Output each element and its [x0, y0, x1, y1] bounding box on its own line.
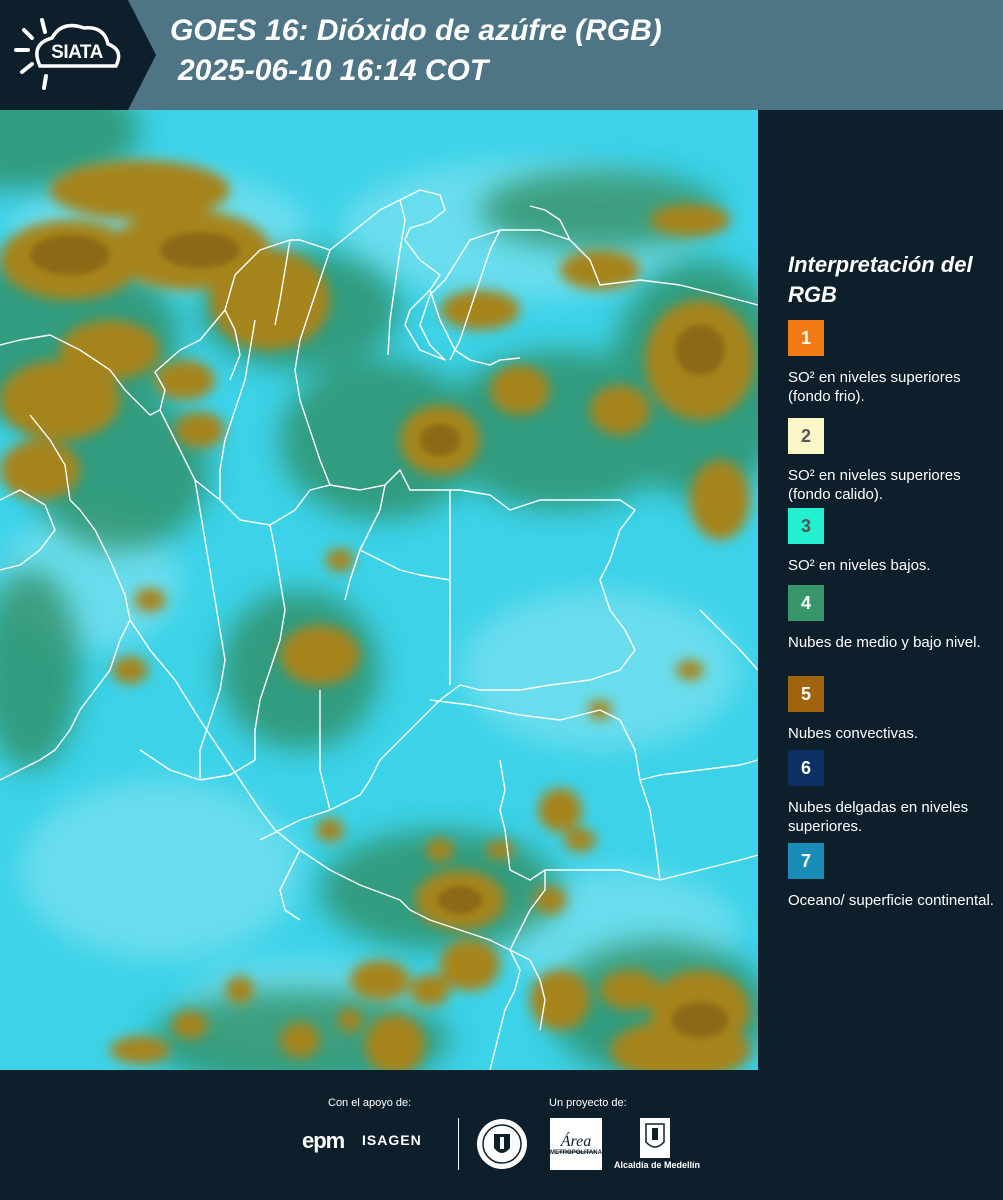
legend-panel: Interpretación del RGB 1 SO² en niveles … — [758, 110, 1003, 1070]
satellite-map[interactable] — [0, 110, 758, 1070]
alcaldia-label: Alcaldía de Medellín — [614, 1160, 701, 1170]
legend-item-2: 2 SO² en niveles superiores (fondo calid… — [788, 418, 998, 504]
legend-item-6: 6 Nubes delgadas en niveles superiores. — [788, 750, 998, 836]
legend-swatch: 4 — [788, 585, 824, 621]
legend-swatch: 6 — [788, 750, 824, 786]
legend-swatch: 5 — [788, 676, 824, 712]
legend-swatch: 2 — [788, 418, 824, 454]
timestamp: 2025-06-10 16:14 COT — [178, 54, 489, 87]
area-metropolitana-logo: Área — [550, 1118, 602, 1170]
legend-item-7: 7 Oceano/ superficie continental. — [788, 843, 998, 910]
legend-item-1: 1 SO² en niveles superiores (fondo frio)… — [788, 320, 998, 406]
area-logo-text: Área — [560, 1131, 592, 1150]
project-label: Un proyecto de: — [549, 1097, 627, 1109]
legend-item-3: 3 SO² en niveles bajos. — [788, 508, 998, 575]
legend-item-4: 4 Nubes de medio y bajo nivel. — [788, 585, 998, 652]
support-label: Con el apoyo de: — [328, 1097, 412, 1109]
siata-logo: SIATA — [0, 0, 156, 110]
legend-label: Nubes convectivas. — [788, 725, 919, 742]
legend-label: Nubes de medio y bajo nivel. — [788, 634, 981, 651]
legend-label: Oceano/ superficie continental. — [788, 892, 994, 909]
legend-swatch: 1 — [788, 320, 824, 356]
isagen-logo: ISAGEN — [362, 1132, 422, 1148]
legend-label: Nubes delgadas en niveles superiores. — [788, 799, 969, 835]
footer-divider — [458, 1118, 459, 1170]
legend-title: Interpretación del RGB — [788, 252, 973, 307]
legend-item-5: 5 Nubes convectivas. — [788, 676, 998, 743]
legend-label: SO² en niveles superiores (fondo frio). — [788, 369, 961, 405]
header: SIATA GOES 16: Dióxido de azúfre (RGB) 2… — [0, 0, 1003, 110]
area-metropolitana-subtitle: METROPOLITANA — [550, 1150, 602, 1156]
medellin-seal-icon — [477, 1119, 527, 1169]
footer: Con el apoyo de: Un proyecto de: epm ISA… — [0, 1070, 1003, 1200]
logo-text: SIATA — [51, 42, 103, 63]
alcaldia-shield-icon — [640, 1118, 670, 1158]
legend-label: SO² en niveles superiores (fondo calido)… — [788, 467, 961, 503]
legend-swatch: 7 — [788, 843, 824, 879]
epm-logo: epm — [302, 1128, 345, 1153]
page-title: GOES 16: Dióxido de azúfre (RGB) — [170, 14, 662, 47]
legend-label: SO² en niveles bajos. — [788, 557, 931, 574]
legend-swatch: 3 — [788, 508, 824, 544]
